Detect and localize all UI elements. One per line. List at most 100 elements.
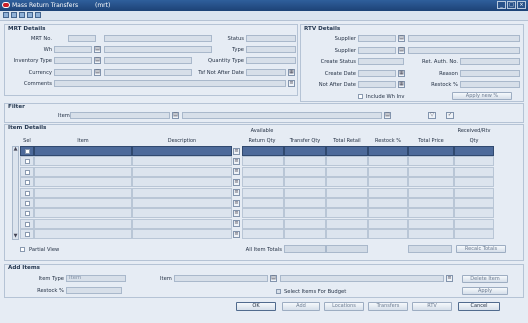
delete-item-button[interactable]: Delete Item (462, 275, 508, 283)
select-items-budget-checkbox[interactable] (276, 289, 281, 294)
scroll-down-arrow-icon[interactable]: ▼ (12, 233, 19, 239)
row-select-checkbox[interactable] (25, 221, 30, 227)
add-item-field[interactable] (174, 275, 268, 282)
description-edit-icon[interactable]: ≡ (233, 178, 240, 186)
grid-cell-total-price[interactable] (408, 208, 454, 219)
mrt-no-field[interactable] (68, 35, 96, 42)
calendar-icon[interactable]: ▦ (288, 69, 295, 76)
description-edit-icon[interactable]: ≡ (233, 199, 240, 207)
grid-cell-available-return-qty[interactable] (242, 156, 284, 167)
description-edit-icon[interactable]: ≡ (233, 189, 240, 197)
grid-cell-transfer-qty[interactable] (284, 229, 326, 240)
grid-cell-sel[interactable] (20, 198, 34, 208)
currency-field[interactable] (54, 69, 92, 76)
grid-cell-total-price[interactable] (408, 218, 454, 229)
grid-cell-total-retail[interactable] (326, 229, 368, 240)
tsf-not-after-date-field[interactable] (246, 69, 286, 76)
grid-cell-restock-pct[interactable] (368, 208, 408, 219)
supplier-field-1[interactable] (358, 35, 396, 42)
filter-item-lov-button-2[interactable]: ▤ (384, 112, 391, 119)
include-wh-inv-checkbox[interactable] (358, 94, 363, 99)
locations-button[interactable]: Locations (324, 302, 364, 311)
grid-cell-description[interactable] (132, 198, 232, 208)
grid-cell-item[interactable] (34, 156, 132, 167)
supplier-lov-button-1[interactable]: ▤ (398, 35, 405, 42)
minimize-button[interactable]: _ (497, 1, 506, 9)
create-date-field[interactable] (358, 70, 396, 77)
inventory-type-lov-button[interactable]: ▤ (94, 57, 101, 64)
grid-cell-description[interactable] (132, 229, 232, 240)
grid-cell-item[interactable] (34, 187, 132, 198)
row-select-checkbox[interactable] (25, 201, 30, 206)
grid-cell-total-retail[interactable] (326, 177, 368, 188)
row-select-checkbox[interactable] (25, 169, 30, 175)
grid-cell-received-rtv-qty[interactable] (454, 177, 494, 188)
grid-cell-restock-pct[interactable] (368, 229, 408, 240)
grid-cell-received-rtv-qty[interactable] (454, 198, 494, 208)
clear-filter-icon[interactable]: ✓ (446, 112, 454, 119)
grid-cell-received-rtv-qty[interactable] (454, 218, 494, 229)
grid-cell-restock-pct[interactable] (368, 177, 408, 188)
rtv-button[interactable]: RTV (412, 302, 452, 311)
maximize-button[interactable]: □ (507, 1, 516, 9)
row-select-checkbox[interactable] (25, 211, 30, 217)
grid-vertical-scrollbar[interactable] (12, 146, 19, 240)
grid-cell-restock-pct[interactable] (368, 156, 408, 167)
grid-cell-total-price[interactable] (408, 177, 454, 188)
grid-cell-total-price[interactable] (408, 187, 454, 198)
apply-filter-icon[interactable]: ▽ (428, 112, 436, 119)
row-select-checkbox[interactable] (25, 190, 30, 196)
grid-cell-total-retail[interactable] (326, 198, 368, 208)
description-edit-icon[interactable]: ≡ (233, 168, 240, 176)
ret-auth-no-field[interactable] (460, 58, 520, 65)
grid-cell-restock-pct[interactable] (368, 166, 408, 177)
grid-cell-total-retail[interactable] (326, 156, 368, 167)
grid-cell-sel[interactable] (20, 208, 34, 219)
description-edit-icon[interactable]: ≡ (233, 230, 240, 238)
grid-cell-sel[interactable] (20, 156, 34, 167)
grid-cell-total-price[interactable] (408, 156, 454, 167)
grid-cell-description[interactable] (132, 166, 232, 177)
help-icon[interactable] (27, 12, 33, 18)
grid-cell-total-retail[interactable] (326, 146, 368, 156)
grid-cell-total-retail[interactable] (326, 218, 368, 229)
grid-cell-available-return-qty[interactable] (242, 187, 284, 198)
grid-cell-restock-pct[interactable] (368, 218, 408, 229)
wh-field[interactable] (54, 46, 92, 53)
type-select[interactable] (246, 46, 296, 53)
wh-lov-button[interactable]: ▤ (94, 46, 101, 53)
grid-cell-transfer-qty[interactable] (284, 187, 326, 198)
grid-cell-total-price[interactable] (408, 166, 454, 177)
grid-cell-description[interactable] (132, 156, 232, 167)
grid-cell-total-retail[interactable] (326, 208, 368, 219)
comments-edit-button[interactable]: ≡ (288, 80, 295, 87)
grid-cell-available-return-qty[interactable] (242, 229, 284, 240)
grid-cell-available-return-qty[interactable] (242, 218, 284, 229)
grid-cell-total-price[interactable] (408, 229, 454, 240)
comments-field[interactable] (54, 80, 286, 87)
grid-cell-sel[interactable] (20, 229, 34, 240)
grid-cell-item[interactable] (34, 146, 132, 156)
supplier-lov-button-2[interactable]: ▤ (398, 47, 405, 54)
grid-cell-transfer-qty[interactable] (284, 156, 326, 167)
grid-cell-sel[interactable] (20, 218, 34, 229)
grid-cell-available-return-qty[interactable] (242, 166, 284, 177)
item-type-select[interactable]: Item (66, 275, 126, 282)
grid-cell-item[interactable] (34, 166, 132, 177)
partial-view-checkbox[interactable] (20, 247, 25, 252)
grid-cell-description[interactable] (132, 208, 232, 219)
grid-cell-available-return-qty[interactable] (242, 208, 284, 219)
grid-cell-restock-pct[interactable] (368, 146, 408, 156)
apply-button[interactable]: Apply (462, 287, 508, 295)
scroll-up-arrow-icon[interactable]: ▲ (12, 146, 19, 152)
grid-cell-total-price[interactable] (408, 146, 454, 156)
currency-lov-button[interactable]: ▤ (94, 69, 101, 76)
transfers-button[interactable]: Transfers (368, 302, 408, 311)
exit-icon[interactable] (35, 12, 41, 18)
grid-cell-sel[interactable] (20, 146, 34, 156)
grid-cell-received-rtv-qty[interactable] (454, 156, 494, 167)
grid-cell-received-rtv-qty[interactable] (454, 208, 494, 219)
not-after-date-field[interactable] (358, 81, 396, 88)
reason-select[interactable] (460, 70, 520, 77)
grid-cell-description[interactable] (132, 218, 232, 229)
